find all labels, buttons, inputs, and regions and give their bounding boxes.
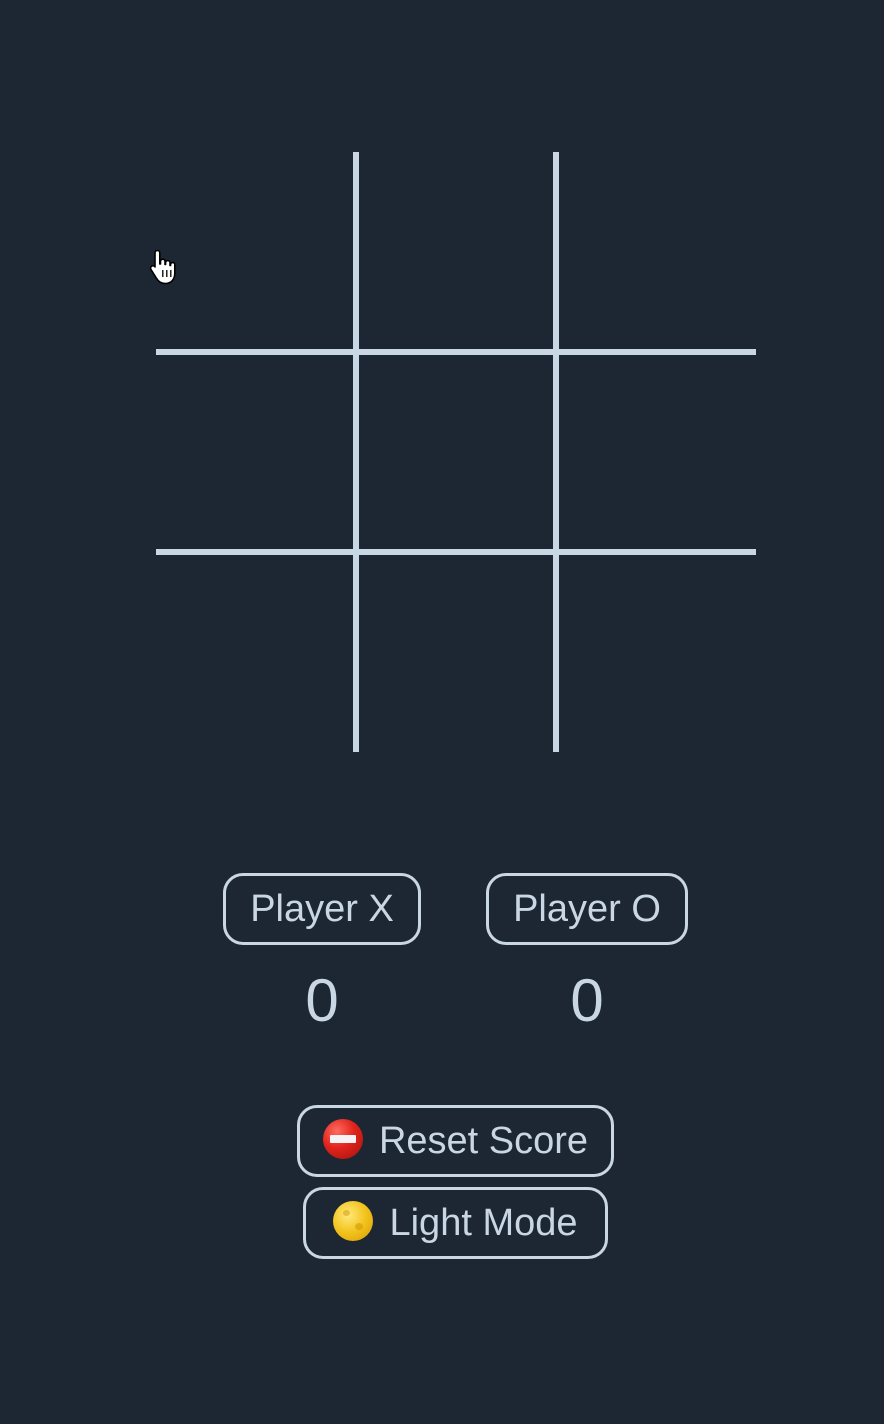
board-cell-4[interactable]: [156, 352, 356, 552]
board-cell-9[interactable]: [556, 552, 756, 752]
board-cell-2[interactable]: [356, 152, 556, 352]
light-mode-label: Light Mode: [389, 1202, 578, 1244]
game-board: [156, 152, 756, 752]
reset-score-button[interactable]: Reset Score: [297, 1105, 614, 1177]
board-cell-7[interactable]: [156, 552, 356, 752]
board-cell-3[interactable]: [556, 152, 756, 352]
player-x-score: 0: [305, 967, 339, 1034]
player-o-label: Player O: [486, 873, 688, 945]
no-entry-icon: [322, 1118, 363, 1159]
board-cell-6[interactable]: [556, 352, 756, 552]
board-cell-8[interactable]: [356, 552, 556, 752]
player-x-label: Player X: [223, 873, 421, 945]
moon-icon: [333, 1200, 374, 1241]
reset-score-label: Reset Score: [378, 1120, 589, 1162]
board-cell-5[interactable]: [356, 352, 556, 552]
board-cell-1[interactable]: [156, 152, 356, 352]
player-o-score: 0: [570, 967, 604, 1034]
light-mode-button[interactable]: Light Mode: [303, 1187, 608, 1259]
